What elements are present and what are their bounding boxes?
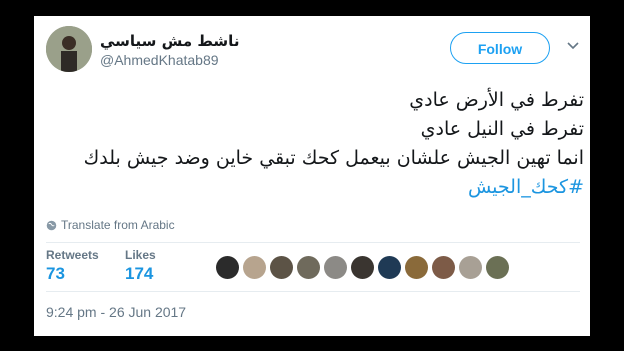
liker-avatar-9[interactable]	[432, 256, 455, 279]
liker-avatars	[216, 256, 509, 279]
likes-stat[interactable]: Likes 174	[125, 248, 156, 284]
tweet-card: ناشط مش سياسي @AhmedKhatab89 Follow تفرط…	[34, 16, 590, 336]
tweet-line: انما تهين الجيش علشان بيعمل كحك تبقي خاي…	[83, 147, 584, 169]
liker-avatar-6[interactable]	[351, 256, 374, 279]
avatar[interactable]	[46, 26, 92, 72]
liker-avatar-2[interactable]	[243, 256, 266, 279]
follow-button[interactable]: Follow	[450, 32, 550, 64]
liker-avatar-4[interactable]	[297, 256, 320, 279]
liker-avatar-8[interactable]	[405, 256, 428, 279]
translate-link[interactable]: Translate from Arabic	[46, 218, 175, 232]
liker-avatar-5[interactable]	[324, 256, 347, 279]
tweet-line: تفرط في الأرض عادي	[409, 89, 584, 111]
liker-avatar-7[interactable]	[378, 256, 401, 279]
author-handle[interactable]: @AhmedKhatab89	[100, 52, 219, 68]
liker-avatar-3[interactable]	[270, 256, 293, 279]
translate-label: Translate from Arabic	[61, 218, 175, 232]
globe-icon	[46, 220, 57, 231]
divider	[46, 291, 580, 292]
retweets-label: Retweets	[46, 248, 99, 262]
author-display-name[interactable]: ناشط مش سياسي	[100, 32, 239, 50]
divider	[46, 242, 580, 243]
tweet-text: تفرط في الأرض عادي تفرط في النيل عادي ان…	[44, 86, 584, 202]
tweet-timestamp[interactable]: 9:24 pm - 26 Jun 2017	[46, 304, 186, 320]
likes-count: 174	[125, 264, 154, 283]
likes-label: Likes	[125, 248, 156, 262]
liker-avatar-1[interactable]	[216, 256, 239, 279]
hashtag-link[interactable]: #كحك_الجيش	[44, 173, 584, 202]
retweets-stat[interactable]: Retweets 73	[46, 248, 99, 284]
liker-avatar-11[interactable]	[486, 256, 509, 279]
tweet-line: تفرط في النيل عادي	[420, 118, 584, 140]
chevron-down-icon[interactable]	[566, 38, 580, 52]
retweets-count: 73	[46, 264, 65, 283]
liker-avatar-10[interactable]	[459, 256, 482, 279]
